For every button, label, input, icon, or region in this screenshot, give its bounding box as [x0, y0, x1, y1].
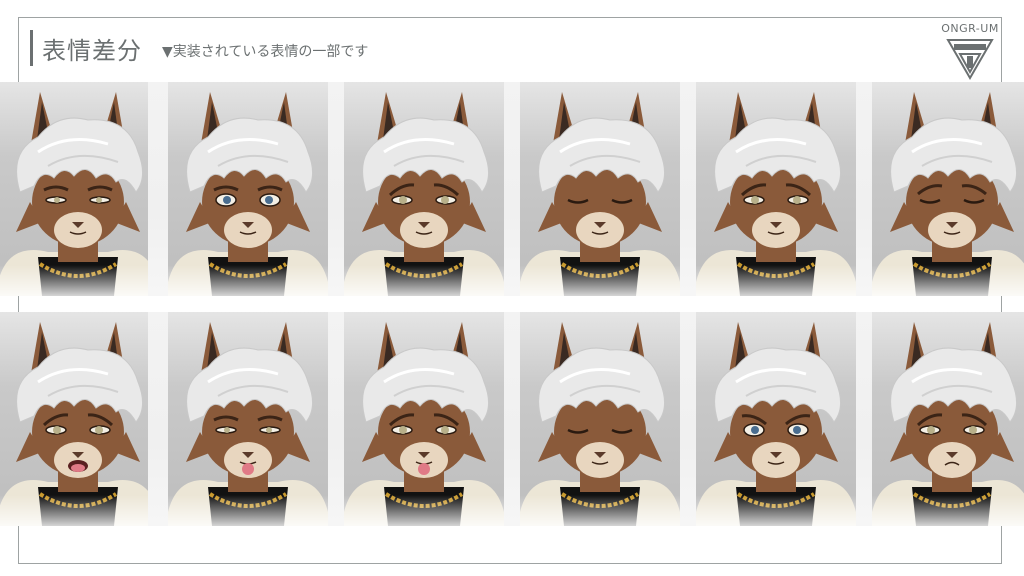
floor-reflection	[520, 495, 680, 526]
logo-emblem-icon	[946, 39, 994, 80]
expression-row-1	[0, 82, 1024, 296]
page-subtitle: ▼実装されている表情の一部です	[162, 44, 369, 60]
character-portrait	[168, 322, 328, 526]
floor-reflection	[872, 495, 1024, 526]
character-portrait	[520, 322, 680, 526]
floor-reflection	[168, 495, 328, 526]
character-portrait	[696, 322, 856, 526]
expression-card-r2c4	[520, 312, 680, 526]
expression-card-r1c6	[872, 82, 1024, 296]
page-title: 表情差分	[42, 37, 142, 65]
brand-logo: ONGR-UM	[940, 22, 1000, 82]
expression-card-r2c5	[696, 312, 856, 526]
floor-reflection	[168, 265, 328, 296]
title-accent-bar	[30, 30, 33, 66]
character-portrait	[696, 92, 856, 296]
floor-reflection	[0, 495, 148, 526]
character-portrait	[872, 322, 1024, 526]
expression-card-r1c1	[0, 82, 148, 296]
expression-row-2	[0, 312, 1024, 526]
floor-reflection	[0, 265, 148, 296]
expression-card-r1c3	[344, 82, 504, 296]
floor-reflection	[696, 495, 856, 526]
floor-reflection	[520, 265, 680, 296]
expression-card-r1c2	[168, 82, 328, 296]
floor-reflection	[344, 265, 504, 296]
character-portrait	[520, 92, 680, 296]
expression-card-r1c5	[696, 82, 856, 296]
expression-card-r2c6	[872, 312, 1024, 526]
floor-reflection	[344, 495, 504, 526]
floor-reflection	[872, 265, 1024, 296]
character-portrait	[344, 322, 504, 526]
expression-card-r1c4	[520, 82, 680, 296]
character-portrait	[0, 92, 148, 296]
floor-reflection	[696, 265, 856, 296]
character-portrait	[168, 92, 328, 296]
character-portrait	[344, 92, 504, 296]
logo-text: ONGR-UM	[941, 22, 999, 35]
expression-card-r2c1	[0, 312, 148, 526]
expression-card-r2c3	[344, 312, 504, 526]
expression-card-r2c2	[168, 312, 328, 526]
character-portrait	[0, 322, 148, 526]
character-portrait	[872, 92, 1024, 296]
